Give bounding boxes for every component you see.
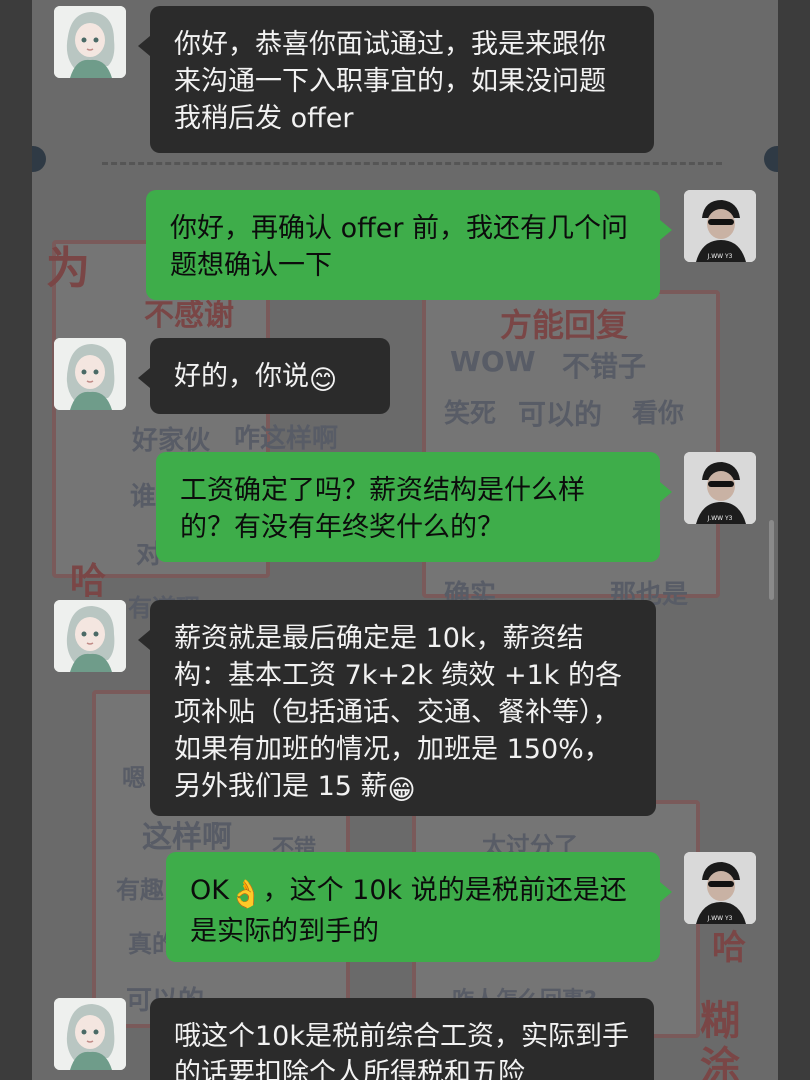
svg-text:J.WW Y3: J.WW Y3	[707, 515, 733, 522]
wallpaper-word: 哈	[712, 928, 746, 968]
right-margin	[778, 0, 810, 1080]
wallpaper-dot	[32, 146, 46, 172]
message-text-prefix: OK	[190, 875, 229, 906]
chat-screen: 为 不感谢 方能回复 WOW 不错子 笑死 可以的 看你 好家伙 咋这样啊 谁 …	[0, 0, 810, 1080]
wallpaper-word: 可以的	[518, 398, 603, 431]
svg-text:J.WW Y3: J.WW Y3	[707, 915, 733, 922]
wallpaper-word: 咋这样啊	[234, 424, 339, 454]
anime-girl-avatar-icon	[54, 998, 126, 1070]
wallpaper-word: 哈	[70, 561, 107, 602]
user-photo-avatar-icon: J.WW Y3	[684, 852, 756, 924]
user-avatar[interactable]: J.WW Y3	[684, 190, 756, 262]
message-bubble[interactable]: 哦这个10k是税前综合工资，实际到手的话要扣除个人所得税和五险	[150, 998, 654, 1080]
svg-text:J.WW Y3: J.WW Y3	[707, 253, 733, 260]
wallpaper-word: 笑死	[444, 399, 497, 429]
message-bubble[interactable]: 工资确定了吗？薪资结构是什么样的？有没有年终奖什么的？	[156, 452, 672, 562]
message-text: 你好，再确认 offer 前，我还有几个问题想确认一下	[170, 213, 628, 281]
message-text: 哦这个10k是税前综合工资，实际到手的话要扣除个人所得税和五险	[174, 1021, 629, 1080]
wallpaper-divider	[102, 162, 722, 165]
anime-girl-avatar-icon	[54, 600, 126, 672]
grinning-face-emoji-icon: 😁	[387, 775, 416, 806]
message-bubble[interactable]: 你好，恭喜你面试通过，我是来跟你来沟通一下入职事宜的，如果没问题我稍后发 off…	[138, 6, 654, 153]
wallpaper-word: 不错子	[562, 350, 647, 383]
user-photo-avatar-icon: J.WW Y3	[684, 452, 756, 524]
wallpaper-word: 方能回复	[500, 306, 629, 344]
message-text: 好的，你说	[174, 361, 309, 392]
ok-hand-emoji-icon: 👌	[228, 879, 263, 910]
contact-avatar[interactable]	[54, 600, 126, 672]
user-avatar[interactable]: J.WW Y3	[684, 452, 756, 524]
message-text: 工资确定了吗？薪资结构是什么样的？有没有年终奖什么的？	[180, 475, 585, 543]
wallpaper-word: 嗯	[122, 764, 146, 792]
wallpaper-word: 为	[46, 243, 90, 294]
contact-avatar[interactable]	[54, 338, 126, 410]
wallpaper-dot	[764, 146, 778, 172]
message-bubble[interactable]: 薪资就是最后确定是 10k，薪资结构：基本工资 7k+2k 绩效 +1k 的各项…	[138, 600, 656, 816]
message-bubble[interactable]: 你好，再确认 offer 前，我还有几个问题想确认一下	[146, 190, 672, 300]
message-bubble[interactable]: OK👌，这个 10k 说的是税前还是还是实际的到手的	[166, 852, 672, 962]
anime-girl-avatar-icon	[54, 6, 126, 78]
contact-avatar[interactable]	[54, 998, 126, 1070]
wallpaper-word: 谁	[130, 482, 157, 512]
anime-girl-avatar-icon	[54, 338, 126, 410]
scrollbar-thumb[interactable]	[769, 520, 774, 600]
message-text: 你好，恭喜你面试通过，我是来跟你来沟通一下入职事宜的，如果没问题我稍后发 off…	[174, 29, 606, 134]
contact-avatar[interactable]	[54, 6, 126, 78]
message-bubble[interactable]: 好的，你说😊	[138, 338, 390, 414]
wallpaper-word: 这样啊	[142, 820, 232, 855]
smiling-face-emoji-icon: 😊	[309, 365, 338, 396]
wallpaper-word: 有趣	[116, 876, 164, 904]
user-photo-avatar-icon: J.WW Y3	[684, 190, 756, 262]
left-margin	[0, 0, 32, 1080]
wallpaper-word: 涂	[700, 1044, 740, 1080]
wallpaper-word: WOW	[450, 345, 536, 378]
wallpaper-word: 看你	[632, 399, 685, 429]
user-avatar[interactable]: J.WW Y3	[684, 852, 756, 924]
